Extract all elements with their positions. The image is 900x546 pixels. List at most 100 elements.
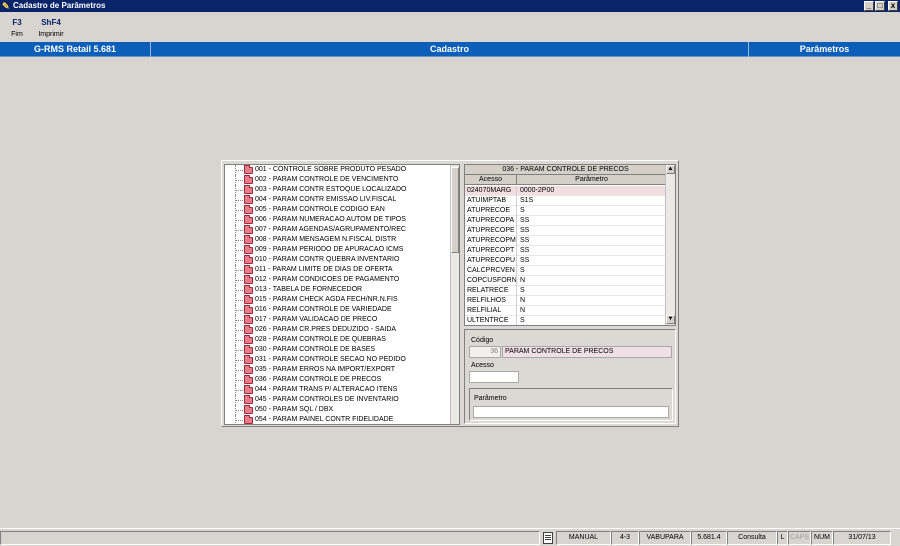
minimize-button[interactable]: _ (864, 1, 874, 11)
tree-item[interactable]: 044 - PARAM TRANS P/ ALTERACAO ITENS (225, 385, 451, 395)
title-bar: ✎ Cadastro de Parâmetros _ □ x (0, 0, 900, 12)
cell-parametro: N (520, 277, 526, 284)
grid-scrollbar[interactable]: ▲ ▼ (665, 165, 675, 325)
folder-icon (244, 165, 253, 174)
tree-item[interactable]: 017 - PARAM VALIDACAO DE PRECO (225, 315, 451, 325)
table-row[interactable]: ATUPRECOPM SS (465, 236, 666, 246)
column-acesso[interactable]: Acesso (465, 175, 517, 185)
cell-parametro: SS (520, 257, 530, 264)
status-operation: Consulta (727, 531, 777, 545)
tree-item-label: 004 - PARAM CONTR EMISSAO LIV.FISCAL (255, 196, 397, 203)
acesso-field[interactable] (469, 371, 519, 383)
tree-item[interactable]: 016 - PARAM CONTROLE DE VARIEDADE (225, 305, 451, 315)
table-row[interactable]: CALCPRCVEN S (465, 266, 666, 276)
header-screen: Parâmetros (799, 44, 850, 54)
tree-item[interactable]: 050 - PARAM SQL / DBX (225, 405, 451, 415)
tree-item[interactable]: 006 - PARAM NUMERACAO AUTOM DE TIPOS (225, 215, 451, 225)
tree-item-label: 054 - PARAM PAINEL CONTR FIDELIDADE (255, 416, 394, 423)
table-row[interactable]: RELATRECE S (465, 286, 666, 296)
tree-item-label: 006 - PARAM NUMERACAO AUTOM DE TIPOS (255, 216, 406, 223)
tree-scroll-thumb[interactable] (451, 167, 459, 253)
tree-item[interactable]: 035 - PARAM ERROS NA IMPORT/EXPORT (225, 365, 451, 375)
tree-item[interactable]: 013 - TABELA DE FORNECEDOR (225, 285, 451, 295)
tree-item[interactable]: 045 - PARAM CONTROLES DE INVENTARIO (225, 395, 451, 405)
tree-item-label: 050 - PARAM SQL / DBX (255, 406, 334, 413)
cell-parametro: S (520, 287, 525, 294)
window-title: Cadastro de Parâmetros (13, 1, 106, 10)
table-row[interactable]: ULTENTRCE S (465, 316, 666, 325)
tree-item[interactable]: 007 - PARAM AGENDAS/AGRUPAMENTO/REC (225, 225, 451, 235)
table-row[interactable]: RELFILIAL N (465, 306, 666, 316)
tree-item-label: 009 - PARAM PERIODO DE APURACAO ICMS (255, 246, 404, 253)
cell-acesso: ATUPRECOPT (467, 246, 517, 256)
tree-item[interactable]: 031 - PARAM CONTROLE SECAO NO PEDIDO (225, 355, 451, 365)
column-parametro[interactable]: Parâmetro (517, 175, 666, 185)
scroll-down-icon[interactable]: ▼ (666, 315, 675, 324)
parametro-field[interactable] (473, 406, 669, 418)
tree-item[interactable]: 015 - PARAM CHECK AGDA FECH/NR.N.FIS (225, 295, 451, 305)
close-button[interactable]: x (888, 1, 898, 11)
header-bar: G-RMS Retail 5.681 Cadastro Parâmetros (0, 42, 900, 57)
parameter-tree[interactable]: 001 - CONTROLE SOBRE PRODUTO PESADO 002 -… (224, 164, 460, 425)
codigo-label: Código (471, 337, 494, 344)
table-row[interactable]: ATUPRECOPT SS (465, 246, 666, 256)
codigo-description: PARAM CONTROLE DE PRECOS (502, 346, 672, 358)
tree-item[interactable]: 026 - PARAM CR.PRES DEDUZIDO - SAIDA (225, 325, 451, 335)
tree-item[interactable]: 011 - PARAM LIMITE DE DIAS DE OFERTA (225, 265, 451, 275)
cell-acesso: ATUPRECOPA (467, 216, 517, 226)
tree-item[interactable]: 036 - PARAM CONTROLE DE PRECOS (225, 375, 451, 385)
tree-item[interactable]: 001 - CONTROLE SOBRE PRODUTO PESADO (225, 165, 451, 175)
table-row[interactable]: ATUPRECOPA SS (465, 216, 666, 226)
tree-item[interactable]: 010 - PARAM CONTR QUEBRA INVENTARIO (225, 255, 451, 265)
fim-button[interactable]: F3 Fim (6, 17, 28, 40)
tree-item[interactable]: 005 - PARAM CONTROLE CODIGO EAN (225, 205, 451, 215)
tree-item-label: 015 - PARAM CHECK AGDA FECH/NR.N.FIS (255, 296, 398, 303)
imprimir-button[interactable]: ShF4 Imprimir (36, 17, 66, 40)
table-row[interactable]: 024070MARG 0000-2P00 (465, 186, 666, 196)
tree-item[interactable]: 009 - PARAM PERIODO DE APURACAO ICMS (225, 245, 451, 255)
cell-acesso: ATUPRECOPE (467, 226, 517, 236)
tree-item-label: 016 - PARAM CONTROLE DE VARIEDADE (255, 306, 392, 313)
tree-item[interactable]: 003 - PARAM CONTR ESTOQUE LOCALIZADO (225, 185, 451, 195)
parametro-label: Parâmetro (474, 395, 507, 402)
table-row[interactable]: ATUPRECOE S (465, 206, 666, 216)
imprimir-key: ShF4 (41, 18, 61, 27)
tree-item-label: 035 - PARAM ERROS NA IMPORT/EXPORT (255, 366, 396, 373)
imprimir-label: Imprimir (38, 31, 64, 38)
status-num: NUM (811, 531, 833, 545)
tree-item[interactable]: 012 - PARAM CONDICOES DE PAGAMENTO (225, 275, 451, 285)
tree-item[interactable]: 004 - PARAM CONTR EMISSAO LIV.FISCAL (225, 195, 451, 205)
tree-item[interactable]: 002 - PARAM CONTROLE DE VENCIMENTO (225, 175, 451, 185)
folder-icon (244, 335, 253, 344)
codigo-field[interactable]: 36 (469, 346, 501, 358)
folder-icon (244, 275, 253, 284)
tree-item-label: 044 - PARAM TRANS P/ ALTERACAO ITENS (255, 386, 398, 393)
tree-scrollbar[interactable] (450, 165, 459, 424)
table-row[interactable]: ATUPRECOPE SS (465, 226, 666, 236)
scroll-up-icon[interactable]: ▲ (666, 165, 675, 174)
tree-item-label: 045 - PARAM CONTROLES DE INVENTARIO (255, 396, 399, 403)
cell-parametro: SS (520, 247, 530, 254)
table-row[interactable]: RELFILHOS N (465, 296, 666, 306)
cell-parametro: SS (520, 237, 530, 244)
tree-item[interactable]: 030 - PARAM CONTROLE DE BASES (225, 345, 451, 355)
folder-icon (244, 215, 253, 224)
tree-item[interactable]: 028 - PARAM CONTROLE DE QUEBRAS (225, 335, 451, 345)
folder-icon (244, 315, 253, 324)
folder-icon (244, 195, 253, 204)
folder-icon (244, 265, 253, 274)
status-message (0, 531, 540, 545)
tree-item[interactable]: 054 - PARAM PAINEL CONTR FIDELIDADE (225, 415, 451, 424)
tree-item[interactable]: 008 - PARAM MENSAGEM N.FISCAL DISTR (225, 235, 451, 245)
table-row[interactable]: ATUIMPTAB S1S (465, 196, 666, 206)
toolbar: F3 Fim ShF4 Imprimir (0, 12, 900, 42)
table-row[interactable]: COPCUSFORN N (465, 276, 666, 286)
folder-icon (244, 205, 253, 214)
cell-parametro: S1S (520, 197, 534, 204)
cell-parametro: SS (520, 227, 530, 234)
folder-icon (244, 245, 253, 254)
maximize-button[interactable]: □ (875, 1, 885, 11)
table-row[interactable]: ATUPRECOPU SS (465, 256, 666, 266)
folder-icon (244, 365, 253, 374)
folder-icon (244, 345, 253, 354)
